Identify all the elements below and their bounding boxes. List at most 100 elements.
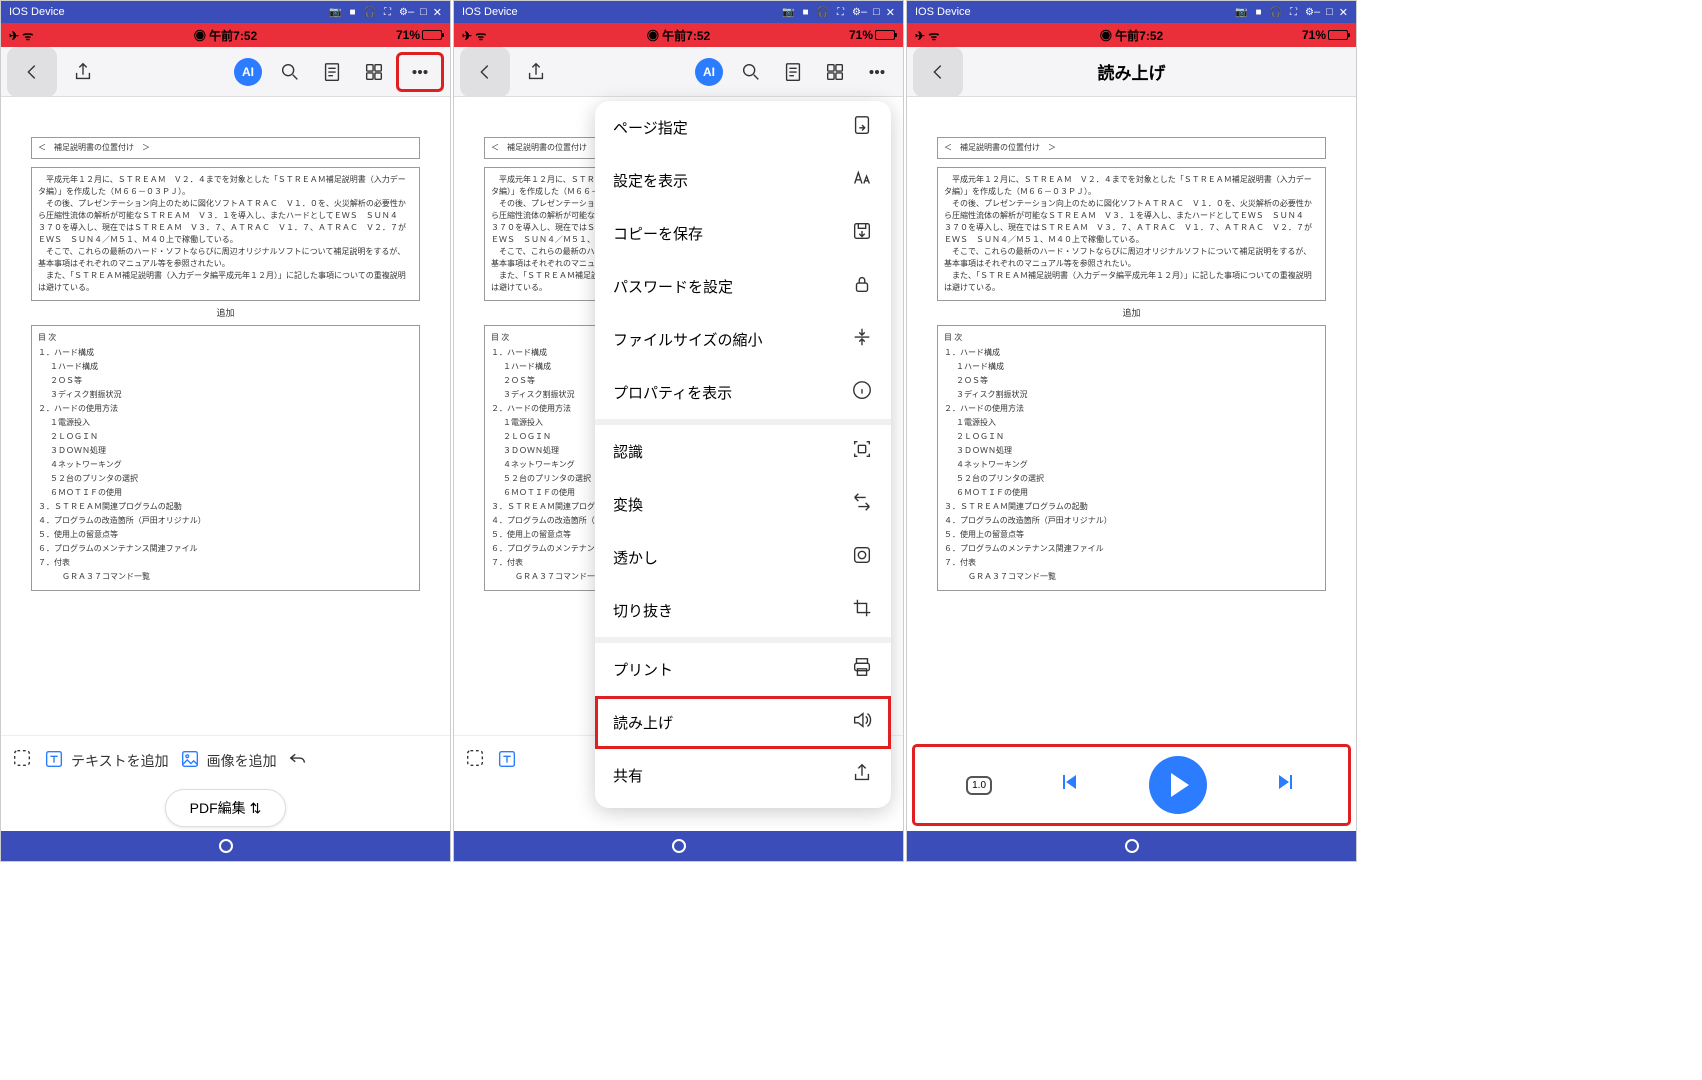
minimize-button[interactable]: – xyxy=(408,6,414,18)
video-icon[interactable]: ■ xyxy=(1256,7,1262,18)
page-button[interactable] xyxy=(312,52,352,92)
back-button[interactable] xyxy=(7,47,57,97)
menu-item-compress[interactable]: ファイルサイズの縮小 xyxy=(595,313,891,366)
expand-icon[interactable]: ⛶ xyxy=(384,7,391,18)
menu-item-save[interactable]: コピーを保存 xyxy=(595,207,891,260)
close-button[interactable]: ✕ xyxy=(1339,6,1348,19)
status-time: ◉ 午前7:52 xyxy=(522,27,835,44)
maximize-button[interactable]: □ xyxy=(420,6,427,18)
search-button[interactable] xyxy=(731,52,771,92)
next-button[interactable] xyxy=(1273,770,1297,800)
window-title: IOS Device xyxy=(915,6,1223,18)
page-button[interactable] xyxy=(773,52,813,92)
ai-button[interactable]: AI xyxy=(689,52,729,92)
add-text-button[interactable] xyxy=(496,748,518,773)
toc-item: ２ＬＯＧＩＮ xyxy=(38,430,413,444)
toc-item: ６ＭＯＴＩＦの使用 xyxy=(944,486,1319,500)
ai-button[interactable]: AI xyxy=(228,52,268,92)
maximize-button[interactable]: □ xyxy=(873,6,880,18)
status-battery: 71% xyxy=(382,28,442,42)
menu-item-speaker[interactable]: 読み上げ xyxy=(595,696,891,749)
camera-icon[interactable]: 📷 xyxy=(782,7,794,18)
share-button[interactable] xyxy=(516,52,556,92)
app-toolbar: AI xyxy=(454,47,903,97)
toc-item: １ハード構成 xyxy=(38,360,413,374)
gear-icon[interactable]: ⚙ xyxy=(1305,7,1314,18)
play-button[interactable] xyxy=(1149,756,1207,814)
share-icon xyxy=(851,762,873,789)
home-button[interactable] xyxy=(219,839,233,853)
reader-titlebar: 読み上げ xyxy=(907,47,1356,97)
speed-button[interactable]: 1.0 xyxy=(966,776,992,795)
menu-item-goto[interactable]: ページ指定 xyxy=(595,101,891,154)
home-button[interactable] xyxy=(1125,839,1139,853)
add-image-button[interactable]: 画像を追加 xyxy=(179,748,277,773)
speaker-icon xyxy=(851,709,873,736)
minimize-button[interactable]: – xyxy=(861,6,867,18)
select-icon[interactable] xyxy=(11,747,33,774)
more-button[interactable] xyxy=(857,52,897,92)
close-button[interactable]: ✕ xyxy=(433,6,442,19)
camera-icon[interactable]: 📷 xyxy=(329,7,341,18)
pdf-edit-label: PDF編集 xyxy=(190,798,246,818)
toc-item: １．ハード構成 xyxy=(38,346,413,360)
convert-icon xyxy=(851,491,873,518)
doc-add-label: 追加 xyxy=(31,307,420,321)
menu-label: 切り抜き xyxy=(613,600,851,621)
grid-button[interactable] xyxy=(815,52,855,92)
headphone-icon[interactable]: 🎧 xyxy=(364,7,376,18)
menu-item-ocr[interactable]: 認識 xyxy=(595,425,891,478)
search-button[interactable] xyxy=(270,52,310,92)
grid-button[interactable] xyxy=(354,52,394,92)
select-icon[interactable] xyxy=(464,747,486,774)
headphone-icon[interactable]: 🎧 xyxy=(817,7,829,18)
home-button[interactable] xyxy=(672,839,686,853)
close-button[interactable]: ✕ xyxy=(886,6,895,19)
expand-icon[interactable]: ⛶ xyxy=(1290,7,1297,18)
gear-icon[interactable]: ⚙ xyxy=(399,7,408,18)
toc-item: ６．プログラムのメンテナンス関連ファイル xyxy=(38,542,413,556)
toc-item: ７．付表 xyxy=(38,556,413,570)
menu-item-textsize[interactable]: 設定を表示 xyxy=(595,154,891,207)
menu-item-lock[interactable]: パスワードを設定 xyxy=(595,260,891,313)
back-button[interactable] xyxy=(460,47,510,97)
crop-icon xyxy=(851,597,873,624)
menu-item-convert[interactable]: 変換 xyxy=(595,478,891,531)
minimize-button[interactable]: – xyxy=(1314,6,1320,18)
status-left: ✈ ᯤ xyxy=(915,27,975,44)
chevron-updown-icon: ⇅ xyxy=(250,800,262,817)
document-view[interactable]: ＜ 補足説明書の位置付け ＞ 平成元年１２月に、ＳＴＲＥＡＭ Ｖ２．４までを対象… xyxy=(1,97,450,735)
more-button[interactable] xyxy=(396,52,444,92)
pdf-edit-button[interactable]: PDF編集 ⇅ xyxy=(165,789,287,827)
doc-body-text: 平成元年１２月に、ＳＴＲＥＡＭ Ｖ２．４までを対象とした「ＳＴＲＥＡＭ補足説明書… xyxy=(937,167,1326,301)
undo-button[interactable] xyxy=(287,747,309,774)
menu-item-info[interactable]: プロパティを表示 xyxy=(595,366,891,419)
share-button[interactable] xyxy=(63,52,103,92)
menu-item-watermark[interactable]: 透かし xyxy=(595,531,891,584)
video-icon[interactable]: ■ xyxy=(803,7,809,18)
toc-item: ２ＬＯＧＩＮ xyxy=(944,430,1319,444)
toc-item: ３ＤＯＷＮ処理 xyxy=(38,444,413,458)
camera-icon[interactable]: 📷 xyxy=(1235,7,1247,18)
doc-section-header: ＜ 補足説明書の位置付け ＞ xyxy=(937,137,1326,159)
window-tool-icons: 📷 ■ 🎧 ⛶ ⚙ xyxy=(1235,7,1314,18)
menu-item-crop[interactable]: 切り抜き xyxy=(595,584,891,637)
maximize-button[interactable]: □ xyxy=(1326,6,1333,18)
back-button[interactable] xyxy=(913,47,963,97)
video-icon[interactable]: ■ xyxy=(350,7,356,18)
menu-label: 読み上げ xyxy=(613,712,851,733)
document-view[interactable]: ＜ 補足説明書の位置付け ＞ 平成元年１２月に、ＳＴＲＥＡＭ Ｖ２．４までを対象… xyxy=(907,97,1356,745)
prev-button[interactable] xyxy=(1058,770,1082,800)
menu-item-print[interactable]: プリント xyxy=(595,643,891,696)
gear-icon[interactable]: ⚙ xyxy=(852,7,861,18)
doc-add-label: 追加 xyxy=(937,307,1326,321)
headphone-icon[interactable]: 🎧 xyxy=(1270,7,1282,18)
window-titlebar: IOS Device 📷 ■ 🎧 ⛶ ⚙ – □ ✕ xyxy=(454,1,903,23)
toc-title: 目 次 xyxy=(944,332,1319,344)
toc-item: ４ネットワーキング xyxy=(38,458,413,472)
menu-item-share[interactable]: 共有 xyxy=(595,749,891,802)
window-titlebar: IOS Device 📷 ■ 🎧 ⛶ ⚙ – □ ✕ xyxy=(1,1,450,23)
expand-icon[interactable]: ⛶ xyxy=(837,7,844,18)
menu-label: コピーを保存 xyxy=(613,223,851,244)
add-text-button[interactable]: テキストを追加 xyxy=(43,748,169,773)
